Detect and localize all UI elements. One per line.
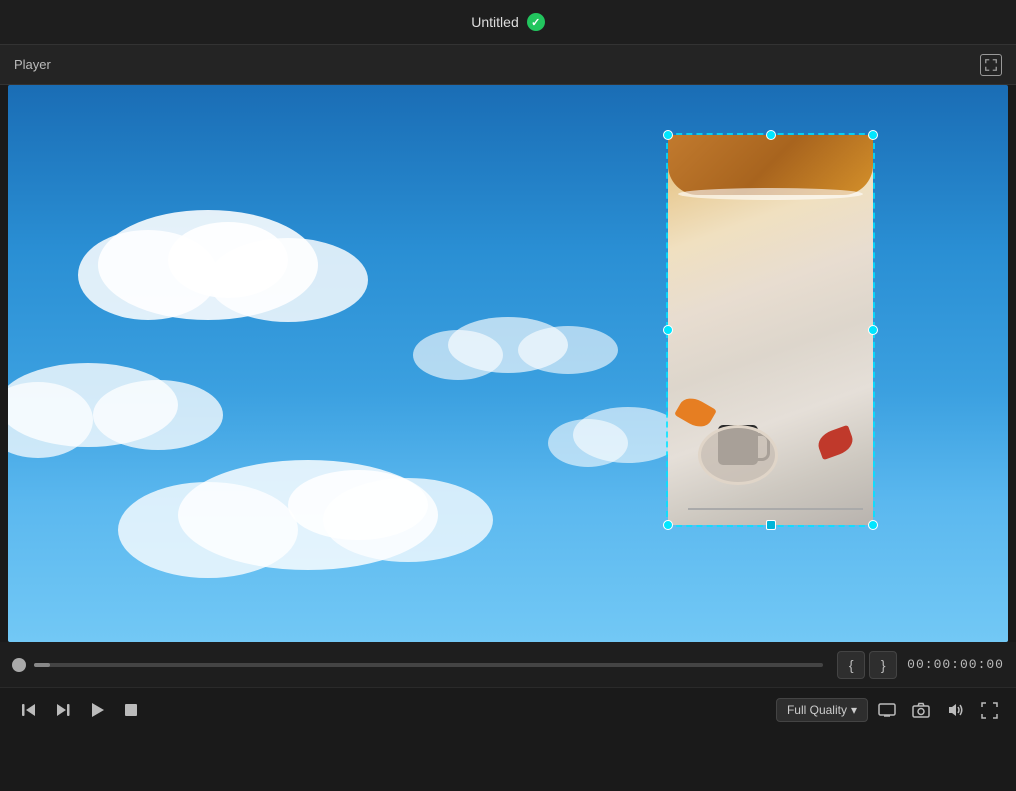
skip-back-button[interactable] — [12, 693, 46, 727]
pip-plate — [698, 425, 778, 485]
camera-button[interactable] — [906, 695, 936, 725]
playhead-area — [12, 658, 823, 672]
keyframe-close-button[interactable]: } — [869, 651, 897, 679]
handle-top-center[interactable] — [766, 130, 776, 140]
progress-track[interactable] — [34, 663, 823, 667]
transport-right-controls: Full Quality ▾ — [776, 695, 1004, 725]
handle-bottom-left[interactable] — [663, 520, 673, 530]
pip-overlay[interactable] — [668, 135, 873, 525]
pip-pillow — [668, 135, 873, 195]
expand-button[interactable] — [980, 54, 1002, 76]
player-header: Player — [0, 45, 1016, 85]
pip-leaf-red — [815, 425, 856, 460]
handle-left-mid[interactable] — [663, 325, 673, 335]
handle-bottom-right[interactable] — [868, 520, 878, 530]
pip-glasses — [688, 492, 863, 510]
project-title[interactable]: Untitled — [471, 14, 518, 30]
handle-bottom-center[interactable] — [766, 520, 776, 530]
progress-fill — [34, 663, 50, 667]
video-canvas — [8, 85, 1008, 642]
pip-image — [668, 135, 873, 525]
keyframe-open-button[interactable]: { — [837, 651, 865, 679]
play-button[interactable] — [80, 693, 114, 727]
display-button[interactable] — [872, 695, 902, 725]
saved-icon — [527, 13, 545, 31]
step-forward-button[interactable] — [46, 693, 80, 727]
title-bar: Untitled — [0, 0, 1016, 45]
handle-right-mid[interactable] — [868, 325, 878, 335]
stop-button[interactable] — [114, 693, 148, 727]
quality-chevron-icon: ▾ — [851, 703, 857, 717]
volume-button[interactable] — [940, 695, 970, 725]
controls-bar: { } 00:00:00:00 — [0, 642, 1016, 687]
handle-top-left[interactable] — [663, 130, 673, 140]
pip-leaf-orange — [674, 393, 717, 432]
timecode-display: 00:00:00:00 — [907, 657, 1004, 672]
quality-label: Full Quality — [787, 703, 847, 717]
transport-bar: Full Quality ▾ — [0, 687, 1016, 732]
quality-selector[interactable]: Full Quality ▾ — [776, 698, 868, 722]
handle-top-right[interactable] — [868, 130, 878, 140]
player-label: Player — [14, 57, 51, 72]
fullscreen-button[interactable] — [974, 695, 1004, 725]
playhead-dot[interactable] — [12, 658, 26, 672]
